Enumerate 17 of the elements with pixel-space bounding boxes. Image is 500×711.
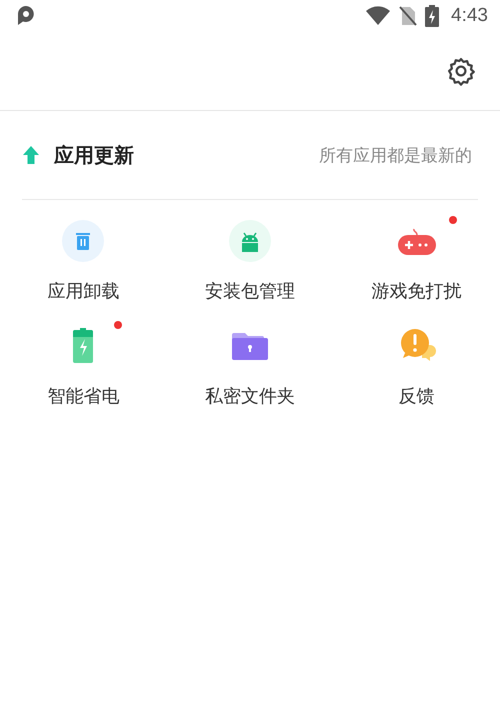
tool-item[interactable]: 安装包管理 bbox=[166, 220, 334, 303]
notification-icon bbox=[16, 5, 36, 27]
no-sim-icon bbox=[399, 6, 418, 26]
tool-item[interactable]: 应用卸载 bbox=[0, 220, 167, 303]
section-title: 应用更新 bbox=[54, 142, 134, 168]
tool-item[interactable]: 反馈 bbox=[333, 325, 500, 408]
wifi-icon bbox=[365, 6, 392, 26]
tool-item[interactable]: 智能省电 bbox=[0, 325, 167, 408]
settings-button[interactable] bbox=[446, 56, 476, 86]
update-status: 所有应用都是最新的 bbox=[319, 144, 472, 166]
battery-charging-icon bbox=[425, 5, 440, 27]
tool-item[interactable]: 私密文件夹 bbox=[166, 325, 334, 408]
up-arrow-icon bbox=[22, 145, 40, 165]
android-icon bbox=[228, 220, 271, 262]
clock-time: 4:43 bbox=[451, 5, 488, 27]
tool-item[interactable]: 游戏免打扰 bbox=[333, 220, 500, 303]
trash-icon bbox=[62, 220, 104, 262]
